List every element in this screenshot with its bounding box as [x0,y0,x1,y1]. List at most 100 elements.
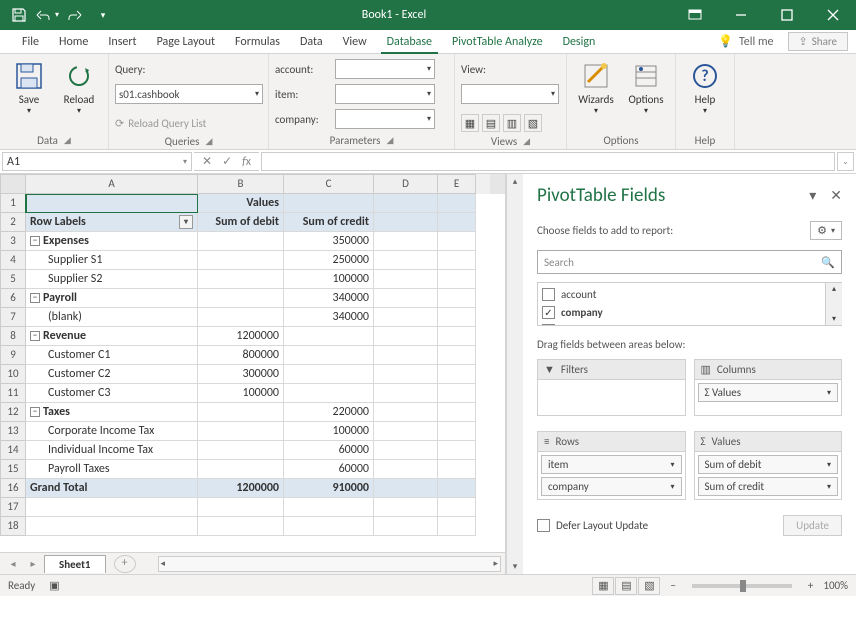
row-header[interactable]: 15 [0,460,26,479]
tab-formulas[interactable]: Formulas [225,30,290,53]
tab-insert[interactable]: Insert [98,30,146,53]
dialog-launcher-icon[interactable]: ◢ [523,136,530,147]
cell[interactable] [374,289,438,308]
sheet-tab-sheet1[interactable]: Sheet1 [44,555,106,573]
cell[interactable]: Sum of credit [284,213,374,232]
cell[interactable] [374,365,438,384]
cell[interactable] [374,498,438,517]
pane-close-icon[interactable]: ✕ [830,187,842,204]
cell[interactable]: 350000 [284,232,374,251]
cell[interactable]: 220000 [284,403,374,422]
cell[interactable]: −Payroll [26,289,198,308]
field-search-input[interactable]: Search 🔍 [537,250,842,274]
row-header[interactable]: 10 [0,365,26,384]
col-header-B[interactable]: B [198,174,284,194]
cell[interactable] [198,441,284,460]
cell[interactable] [438,251,476,270]
dialog-launcher-icon[interactable]: ◢ [386,135,393,146]
cell[interactable]: Payroll Taxes [26,460,198,479]
cell[interactable]: 1200000 [198,327,284,346]
field-item-account[interactable]: account [542,285,821,303]
cell[interactable] [438,479,476,498]
view-combobox[interactable]: ▾ [461,84,559,104]
reload-query-list-button[interactable]: ⟳ Reload Query List [115,112,206,134]
account-combobox[interactable]: ▾ [335,59,435,79]
cell[interactable] [438,517,476,536]
values-area[interactable]: ΣValues Sum of debit▾ Sum of credit▾ [694,431,843,505]
cell[interactable]: (blank) [26,308,198,327]
cell[interactable] [374,251,438,270]
cell[interactable] [438,498,476,517]
name-box[interactable]: A1▾ [2,152,192,171]
cell[interactable] [438,441,476,460]
cell[interactable] [438,270,476,289]
row-header[interactable]: 1 [0,194,26,213]
tab-data[interactable]: Data [290,30,333,53]
cell[interactable]: 340000 [284,308,374,327]
row-header[interactable]: 4 [0,251,26,270]
enter-icon[interactable]: ✓ [222,154,232,169]
cell[interactable] [198,232,284,251]
field-item-credit[interactable]: credit [542,321,821,326]
dialog-launcher-icon[interactable]: ◢ [205,136,212,147]
cell[interactable] [374,327,438,346]
cell[interactable]: Supplier S1 [26,251,198,270]
row-header[interactable]: 3 [0,232,26,251]
tab-view[interactable]: View [333,30,377,53]
sheet-nav-prev[interactable]: ◂ [4,557,22,570]
cell[interactable] [198,289,284,308]
cell[interactable]: Sum of debit [198,213,284,232]
cell[interactable]: Individual Income Tax [26,441,198,460]
formula-bar[interactable] [261,152,835,171]
cell[interactable]: −Revenue [26,327,198,346]
cell[interactable]: 250000 [284,251,374,270]
cell[interactable] [438,232,476,251]
view-icon-3[interactable]: ▥ [503,114,521,132]
row-header[interactable]: 7 [0,308,26,327]
select-all-corner[interactable] [0,174,26,194]
tab-file[interactable]: File [12,30,49,53]
row-header[interactable]: 2 [0,213,26,232]
cell[interactable] [374,232,438,251]
tell-me[interactable]: 💡 Tell me [708,30,783,53]
pane-settings-button[interactable]: ⚙▾ [810,221,842,240]
cell[interactable]: 60000 [284,441,374,460]
tab-database[interactable]: Database [377,30,442,53]
cell[interactable] [374,403,438,422]
cell[interactable] [438,346,476,365]
zoom-out-icon[interactable]: − [670,579,675,592]
expand-formula-bar-icon[interactable]: ⌄ [837,152,854,171]
row-header[interactable]: 6 [0,289,26,308]
cell[interactable]: Customer C3 [26,384,198,403]
cell[interactable] [438,213,476,232]
page-layout-view-icon[interactable]: ▤ [615,577,637,595]
rows-item-company[interactable]: company▾ [541,477,682,496]
row-header[interactable]: 5 [0,270,26,289]
company-combobox[interactable]: ▾ [335,109,435,129]
cell[interactable] [198,403,284,422]
zoom-in-icon[interactable]: + [808,579,813,592]
cell[interactable] [284,365,374,384]
cell[interactable] [284,327,374,346]
save-icon[interactable] [6,3,32,27]
cell[interactable] [438,403,476,422]
cell[interactable] [284,346,374,365]
row-header[interactable]: 16 [0,479,26,498]
cell[interactable] [374,517,438,536]
cell[interactable] [438,308,476,327]
tab-home[interactable]: Home [49,30,98,53]
columns-item-values[interactable]: Σ Values▾ [698,383,839,402]
cell[interactable] [26,194,198,213]
view-icon-2[interactable]: ▤ [482,114,500,132]
cell[interactable] [198,460,284,479]
cell[interactable]: 100000 [198,384,284,403]
cell[interactable]: 910000 [284,479,374,498]
cell[interactable] [198,422,284,441]
qat-customize-icon[interactable]: ▾ [90,3,116,27]
cancel-icon[interactable]: ✕ [202,154,212,169]
col-header-E[interactable]: E [438,174,476,194]
cell[interactable] [438,422,476,441]
normal-view-icon[interactable]: ▦ [592,577,614,595]
cell[interactable] [438,460,476,479]
cell[interactable] [198,251,284,270]
